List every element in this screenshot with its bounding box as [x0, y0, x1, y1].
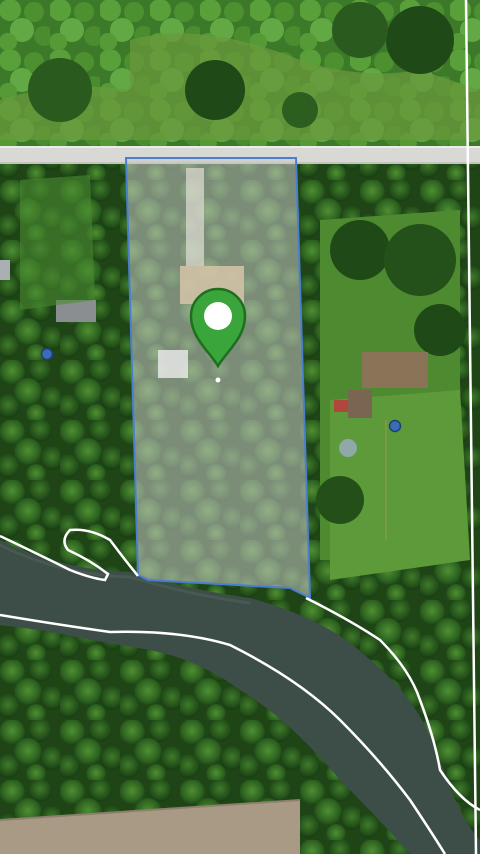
satellite-map[interactable] [0, 0, 480, 854]
map-view[interactable] [0, 0, 480, 854]
building-east [362, 352, 428, 388]
marker-anchor-dot [215, 377, 221, 383]
poi-dot-icon[interactable] [40, 347, 54, 361]
poi-dot-icon[interactable] [388, 419, 402, 433]
